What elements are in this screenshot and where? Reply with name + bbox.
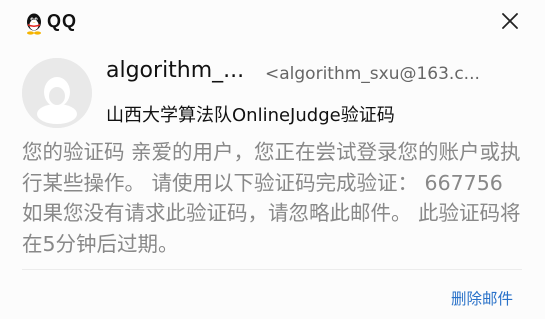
sender-name: algorithm_... xyxy=(106,58,245,83)
close-button[interactable] xyxy=(497,10,523,36)
title-bar: QQ xyxy=(0,0,545,46)
divider xyxy=(22,269,522,270)
sender-email: <algorithm_sxu@163.c... xyxy=(265,64,480,84)
close-icon xyxy=(501,12,519,34)
avatar xyxy=(22,58,92,128)
delete-email-button[interactable]: 删除邮件 xyxy=(451,287,513,309)
app-name: QQ xyxy=(47,11,78,31)
qq-penguin-icon xyxy=(24,13,44,35)
notification-panel: QQ algorithm_... <algorithm_sxu@163.c...… xyxy=(0,0,545,319)
email-body: 您的验证码 亲爱的用户，您正在尝试登录您的账户或执行某些操作。 请使用以下验证码… xyxy=(22,140,521,256)
default-avatar-icon xyxy=(22,58,92,128)
email-subject: 山西大学算法队OnlineJudge验证码 xyxy=(106,105,395,126)
